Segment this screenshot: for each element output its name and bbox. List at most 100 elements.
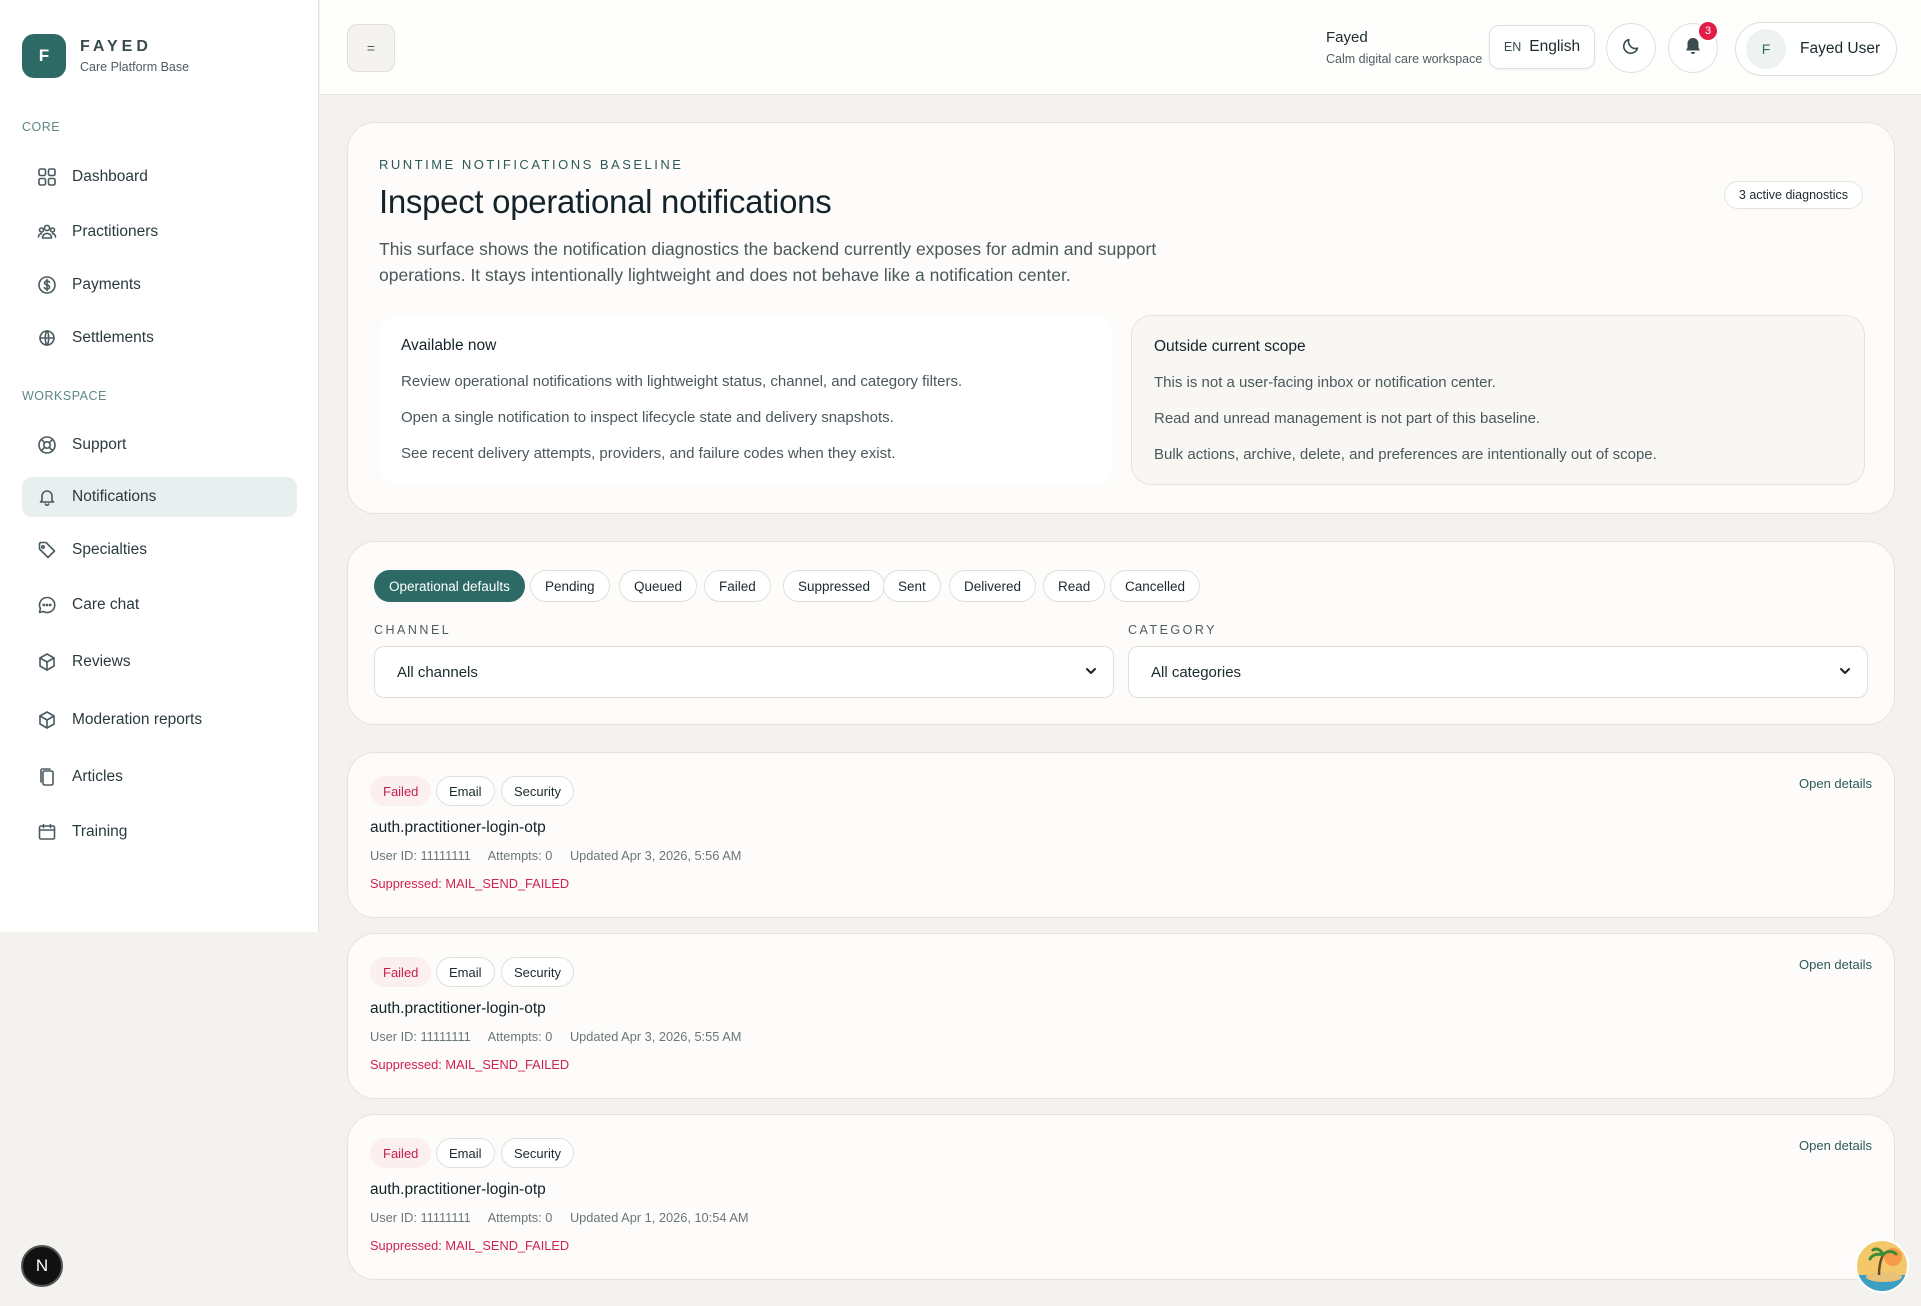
grid-icon [36, 166, 58, 188]
channel-select[interactable]: All channels [374, 646, 1114, 698]
sidebar-item-payments[interactable]: Payments [22, 265, 297, 305]
diagnostics-badge: 3 active diagnostics [1723, 181, 1863, 209]
updated-time: Updated Apr 3, 2026, 5:56 AM [569, 848, 742, 863]
available-item: Review operational notifications with li… [401, 373, 963, 390]
category-select-value: All categories [1151, 663, 1242, 681]
menu-toggle-button[interactable]: = [347, 24, 395, 72]
attempts: Attempts: 0 [487, 1029, 553, 1044]
chip-sent[interactable]: Sent [883, 570, 941, 602]
updated-time: Updated Apr 1, 2026, 10:54 AM [569, 1210, 749, 1225]
avatar: F [1746, 29, 1786, 69]
sidebar-item-label: Payments [72, 276, 141, 293]
user-menu-button[interactable]: F Fayed User [1735, 22, 1897, 76]
section-label-core: CORE [22, 120, 61, 134]
globe-icon [36, 327, 58, 349]
sidebar-item-label: Articles [72, 768, 123, 785]
sidebar-item-label: Settlements [72, 329, 154, 346]
status-badge: Failed [370, 957, 432, 987]
sidebar-item-settlements[interactable]: Settlements [22, 318, 297, 358]
category-badge: Security [501, 1138, 574, 1168]
outside-item: Bulk actions, archive, delete, and prefe… [1154, 446, 1657, 463]
sidebar-item-support[interactable]: Support [22, 425, 297, 465]
outside-item: This is not a user-facing inbox or notif… [1154, 374, 1496, 391]
open-details-link[interactable]: Open details [1799, 776, 1872, 791]
chip-operational-defaults[interactable]: Operational defaults [374, 570, 525, 602]
chip-failed[interactable]: Failed [704, 570, 771, 602]
sidebar-item-reviews[interactable]: Reviews [22, 642, 297, 682]
outside-scope-title: Outside current scope [1154, 338, 1306, 355]
copy-icon [36, 766, 58, 788]
available-now-title: Available now [401, 337, 497, 354]
sidebar-item-notifications[interactable]: Notifications [22, 477, 297, 517]
notification-item: Failed Email Security auth.practitioner-… [347, 1114, 1895, 1280]
user-name: Fayed User [1800, 40, 1881, 57]
available-item: Open a single notification to inspect li… [401, 409, 894, 426]
workspace-info: Fayed Calm digital care workspace [1326, 29, 1482, 66]
language-code: EN [1503, 40, 1522, 54]
chip-delivered[interactable]: Delivered [949, 570, 1037, 602]
attempts: Attempts: 0 [487, 1210, 553, 1225]
island-avatar-icon [1857, 1241, 1907, 1291]
hero-card: RUNTIME NOTIFICATIONS BASELINE Inspect o… [347, 122, 1895, 514]
category-select[interactable]: All categories [1128, 646, 1868, 698]
brand[interactable]: F FAYED Care Platform Base [22, 34, 189, 78]
notifications-button[interactable]: 3 [1668, 20, 1719, 73]
chevron-down-icon [1840, 668, 1850, 674]
user-id: User ID: 11111111 [370, 1029, 471, 1044]
bell-icon [36, 486, 58, 508]
section-label-workspace: WORKSPACE [22, 389, 107, 403]
users-icon [36, 221, 58, 243]
sidebar-item-label: Support [72, 436, 127, 453]
user-id: User ID: 11111111 [370, 1210, 471, 1225]
category-label: CATEGORY [1128, 623, 1217, 637]
channel-label: CHANNEL [374, 623, 452, 637]
chat-icon [36, 594, 58, 616]
box-icon [36, 709, 58, 731]
language-button[interactable]: EN English [1489, 25, 1595, 69]
channel-select-value: All channels [397, 663, 478, 681]
channel-badge: Email [436, 957, 495, 987]
calendar-icon [36, 821, 58, 843]
sidebar-item-label: Care chat [72, 596, 140, 613]
notification-item: Failed Email Security auth.practitioner-… [347, 752, 1895, 918]
sidebar-item-dashboard[interactable]: Dashboard [22, 157, 297, 197]
sidebar-item-specialties[interactable]: Specialties [22, 530, 297, 570]
lifebuoy-icon [36, 434, 58, 456]
channel-badge: Email [436, 1138, 495, 1168]
outside-scope-panel: Outside current scope This is not a user… [1131, 315, 1865, 485]
sidebar-item-articles[interactable]: Articles [22, 757, 297, 797]
chip-pending[interactable]: Pending [530, 570, 610, 602]
available-item: See recent delivery attempts, providers,… [401, 445, 896, 462]
notification-title: auth.practitioner-login-otp [370, 1181, 546, 1198]
chip-queued[interactable]: Queued [619, 570, 698, 602]
open-details-link[interactable]: Open details [1799, 1138, 1872, 1153]
chip-cancelled[interactable]: Cancelled [1110, 570, 1201, 602]
theme-toggle-button[interactable] [1606, 23, 1656, 73]
updated-time: Updated Apr 3, 2026, 5:55 AM [569, 1029, 742, 1044]
sidebar-item-label: Moderation reports [72, 711, 203, 728]
notification-title: auth.practitioner-login-otp [370, 819, 546, 836]
notification-meta: User ID: 11111111 Attempts: 0 Updated Ap… [370, 1210, 763, 1225]
sidebar-item-training[interactable]: Training [22, 812, 297, 852]
dollar-circle-icon [36, 274, 58, 296]
sidebar-item-moderation-reports[interactable]: Moderation reports [22, 700, 297, 740]
notification-title: auth.practitioner-login-otp [370, 1000, 546, 1017]
error-message: Suppressed: MAIL_SEND_FAILED [370, 876, 570, 891]
chip-suppressed[interactable]: Suppressed [783, 570, 886, 602]
assistant-avatar-button[interactable] [1855, 1239, 1909, 1293]
sidebar-item-care-chat[interactable]: Care chat [22, 585, 297, 625]
moon-icon [1621, 36, 1641, 61]
open-details-link[interactable]: Open details [1799, 957, 1872, 972]
channel-badge: Email [436, 776, 495, 806]
dev-tools-badge[interactable]: N [21, 1245, 63, 1287]
workspace-name: Fayed [1326, 29, 1368, 46]
brand-name: FAYED [80, 38, 152, 55]
page-description: This surface shows the notification diag… [379, 239, 1157, 285]
sidebar-item-practitioners[interactable]: Practitioners [22, 212, 297, 252]
notification-count-badge: 3 [1697, 20, 1719, 42]
attempts: Attempts: 0 [487, 848, 553, 863]
chip-read[interactable]: Read [1043, 570, 1106, 602]
sidebar-item-label: Specialties [72, 541, 147, 558]
brand-subtitle: Care Platform Base [80, 60, 190, 74]
sidebar-item-label: Notifications [72, 488, 157, 505]
